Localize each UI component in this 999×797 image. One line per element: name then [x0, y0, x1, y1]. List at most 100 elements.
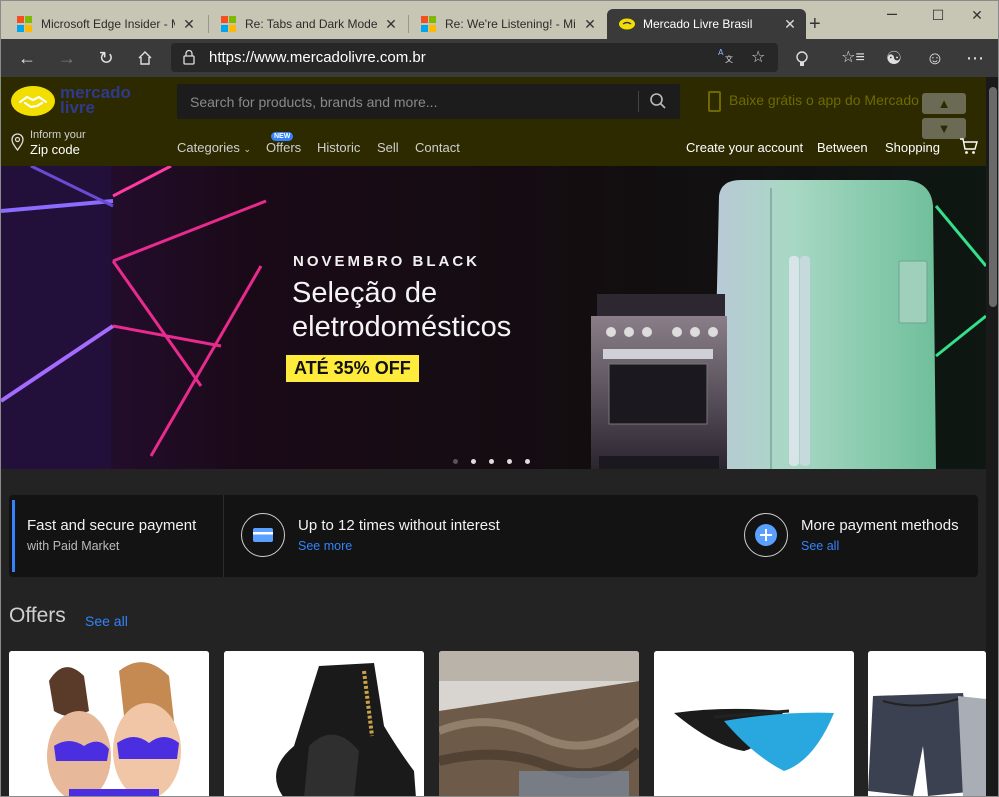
browser-toolbar: ← → ↻ https://www.mercadolivre.com.br A文… — [1, 39, 998, 77]
forward-arrow-icon[interactable]: → — [53, 45, 81, 71]
translate-icon[interactable]: A文 — [718, 47, 734, 68]
carousel-dot[interactable] — [471, 459, 476, 464]
offers-heading: Offers — [9, 604, 66, 627]
product-card-shorts[interactable] — [868, 651, 986, 796]
minimize-icon[interactable]: – — [869, 3, 915, 24]
search-box — [177, 84, 680, 119]
close-icon[interactable]: ✕ — [582, 16, 598, 33]
tab-edge-insider[interactable]: Microsoft Edge Insider - Micr ✕ — [5, 9, 205, 39]
nav-offers[interactable]: Offers — [266, 140, 301, 155]
cart-icon[interactable] — [959, 138, 978, 160]
close-icon[interactable]: ✕ — [181, 16, 197, 33]
phone-icon — [708, 91, 721, 112]
product-card-underwear[interactable] — [654, 651, 854, 796]
payment-see-all-link[interactable]: See all — [801, 539, 839, 553]
svg-text:A: A — [718, 48, 724, 57]
tab-title: Re: We're Listening! - Microsc — [445, 17, 576, 31]
yin-yang-extension-icon[interactable]: ☯ — [880, 45, 908, 71]
carousel-dot[interactable] — [453, 459, 458, 464]
app-download-promo[interactable]: Baixe grátis o app do Mercado Livre! — [708, 91, 957, 112]
payment-divider — [223, 495, 224, 577]
scroll-arrows-overlay: ▲ ▼ — [922, 93, 968, 140]
close-icon[interactable]: ✕ — [383, 16, 399, 33]
product-image-boot — [224, 651, 424, 796]
carousel-dot[interactable] — [507, 459, 512, 464]
product-card-rug[interactable] — [439, 651, 639, 796]
nav-sell[interactable]: Sell — [377, 140, 399, 155]
hero-eyebrow: NOVEMBRO BLACK — [293, 253, 480, 270]
product-image-rug — [439, 651, 639, 796]
location-pin-icon — [11, 133, 24, 156]
more-menu-icon[interactable]: ⋯ — [961, 45, 989, 71]
microsoft-logo-icon — [221, 16, 237, 32]
tab-title: Re: Tabs and Dark Mode - Mic — [245, 17, 377, 31]
hero-headline-line-1: Seleção de — [292, 277, 438, 309]
nav-shopping[interactable]: Shopping — [885, 140, 940, 155]
mercadolivre-logo-icon — [619, 16, 635, 32]
address-bar[interactable]: https://www.mercadolivre.com.br A文 ☆ — [171, 43, 778, 72]
chevron-down-icon: ⌄ — [243, 144, 252, 154]
nav-between[interactable]: Between — [817, 140, 868, 155]
microsoft-logo-icon — [421, 16, 437, 32]
scrollbar-thumb[interactable] — [989, 87, 997, 307]
search-icon[interactable] — [649, 92, 667, 115]
product-image-shorts — [868, 651, 986, 796]
payment-see-more-link[interactable]: See more — [298, 539, 352, 553]
product-card-lingerie[interactable] — [9, 651, 209, 796]
nav-categories[interactable]: Categories ⌄ — [177, 140, 251, 155]
scroll-up-icon[interactable]: ▲ — [922, 93, 966, 114]
offers-see-all-link[interactable]: See all — [85, 613, 128, 629]
product-image-underwear — [654, 651, 854, 796]
credit-card-icon — [241, 513, 285, 557]
close-icon[interactable]: ✕ — [782, 16, 798, 33]
carousel-dot[interactable] — [489, 459, 494, 464]
hero-promo-badge: ATÉ 35% OFF — [286, 355, 419, 382]
tab-were-listening[interactable]: Re: We're Listening! - Microsc ✕ — [409, 9, 606, 39]
logo-word-2: livre — [60, 98, 95, 117]
logo-wordmark: mercado livre — [60, 84, 131, 117]
nav-categories-label: Categories — [177, 140, 240, 155]
payment-secure-subtitle: with Paid Market — [27, 539, 120, 553]
product-image-lingerie — [9, 651, 209, 796]
tab-tabs-dark-mode[interactable]: Re: Tabs and Dark Mode - Mic ✕ — [209, 9, 407, 39]
payment-methods-title: More payment methods — [801, 517, 959, 534]
hero-banner[interactable]: NOVEMBRO BLACK Seleção de eletrodoméstic… — [1, 166, 986, 469]
plus-circle-icon — [744, 513, 788, 557]
home-icon[interactable] — [131, 45, 159, 71]
site-header: mercado livre Baixe grátis o app do Merc… — [1, 77, 986, 166]
tab-bar: Microsoft Edge Insider - Micr ✕ Re: Tabs… — [1, 1, 998, 43]
tab-mercado-livre[interactable]: Mercado Livre Brasil ✕ — [607, 9, 806, 39]
hero-headline: Seleção de eletrodomésticos — [292, 276, 511, 344]
carousel-dots — [453, 451, 543, 469]
payment-info-strip: Fast and secure payment with Paid Market… — [9, 495, 978, 577]
payment-accent-bar — [12, 500, 15, 572]
window-close-icon[interactable]: ✕ — [954, 7, 998, 24]
handshake-icon — [11, 86, 55, 116]
feedback-smiley-icon[interactable]: ☺ — [921, 45, 949, 71]
tab-title: Mercado Livre Brasil — [643, 17, 753, 31]
product-card-ankle-boot[interactable] — [224, 651, 424, 796]
page-scrollbar[interactable] — [986, 77, 998, 796]
carousel-dot[interactable] — [525, 459, 530, 464]
back-arrow-icon[interactable]: ← — [13, 45, 41, 71]
search-input[interactable] — [177, 84, 637, 119]
lock-icon — [183, 49, 195, 70]
new-tab-icon[interactable]: + — [809, 13, 821, 36]
svg-text:文: 文 — [725, 54, 733, 63]
nav-create-account[interactable]: Create your account — [686, 140, 803, 155]
refresh-icon[interactable]: ↻ — [92, 45, 120, 71]
nav-historic[interactable]: Historic — [317, 140, 360, 155]
nav-contact[interactable]: Contact — [415, 140, 460, 155]
browser-window: Microsoft Edge Insider - Micr ✕ Re: Tabs… — [0, 0, 999, 797]
favorites-list-icon[interactable]: ☆≡ — [839, 45, 867, 71]
payment-installments-title: Up to 12 times without interest — [298, 517, 500, 534]
mercadolivre-logo[interactable]: mercado livre — [11, 84, 131, 118]
payment-secure-title: Fast and secure payment — [27, 517, 197, 534]
hero-headline-line-2: eletrodomésticos — [292, 311, 512, 343]
scroll-down-icon[interactable]: ▼ — [922, 118, 966, 139]
extension-icon[interactable] — [788, 45, 816, 71]
microsoft-logo-icon — [17, 16, 33, 32]
tab-title: Microsoft Edge Insider - Micr — [41, 17, 175, 31]
favorite-star-icon[interactable]: ☆ — [751, 47, 765, 67]
search-divider — [638, 91, 639, 112]
